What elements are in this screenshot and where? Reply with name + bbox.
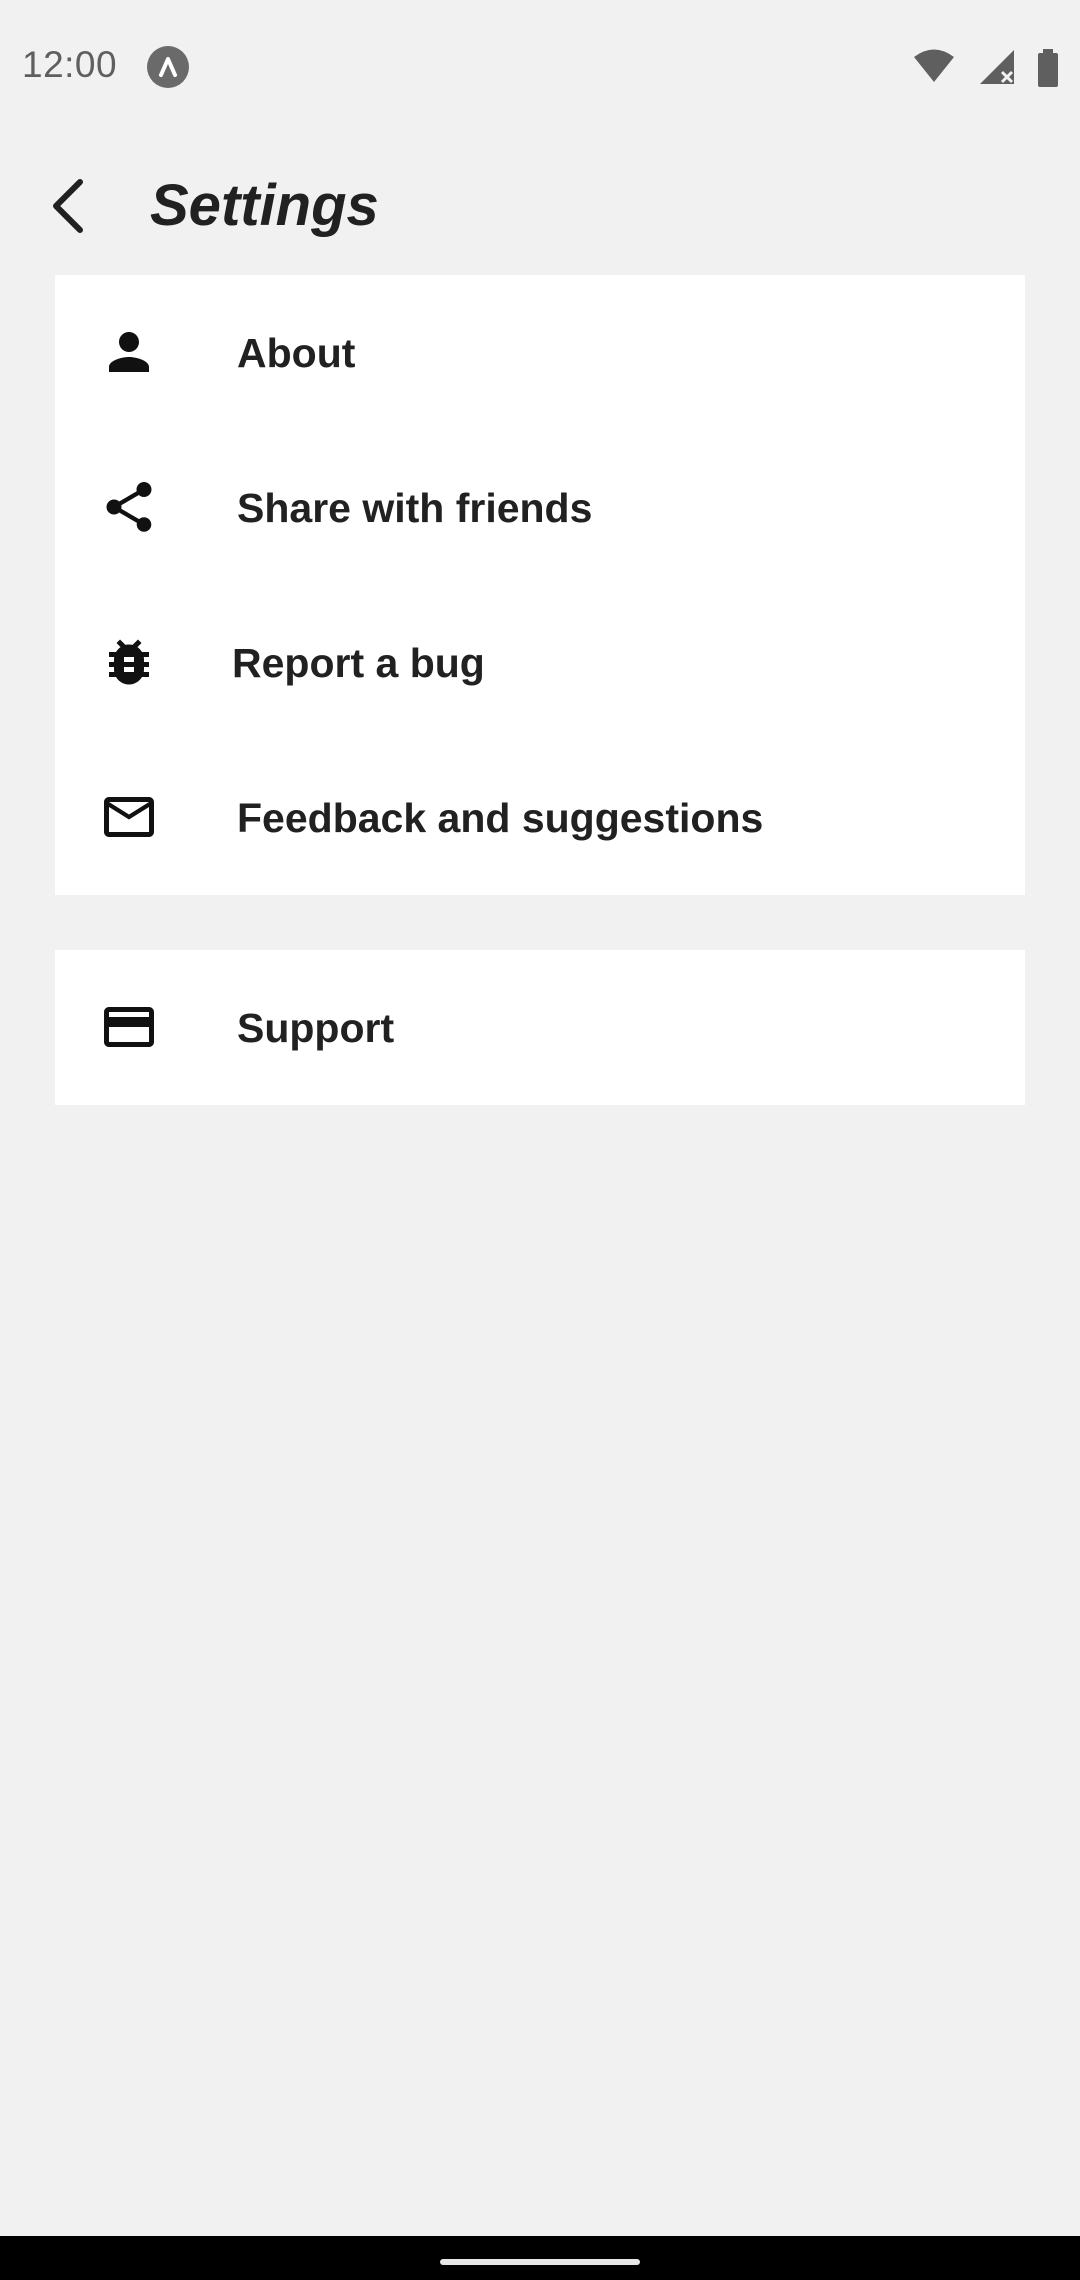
menu-item-feedback[interactable]: Feedback and suggestions: [55, 740, 1025, 895]
person-icon: [99, 322, 159, 382]
app-bar: Settings: [0, 134, 1080, 274]
back-arrow-icon: [53, 179, 83, 233]
mail-icon: [99, 787, 159, 847]
system-nav-bar: [0, 2236, 1080, 2280]
settings-card: About Share with friends Report a bug Fe…: [55, 275, 1025, 895]
home-gesture-handle[interactable]: [440, 2259, 640, 2265]
status-bar: 12:00: [0, 0, 1080, 134]
menu-item-label: About: [237, 330, 356, 376]
page-title: Settings: [150, 173, 379, 238]
signal-icon: [980, 50, 1014, 84]
notification-a-icon: [147, 46, 189, 88]
status-time: 12:00: [22, 44, 118, 85]
support-card: Support: [55, 950, 1025, 1105]
menu-item-label: Feedback and suggestions: [237, 795, 764, 841]
back-button[interactable]: [36, 170, 108, 242]
share-icon: [99, 477, 159, 537]
menu-item-report-bug[interactable]: Report a bug: [55, 585, 1025, 740]
menu-item-about[interactable]: About: [55, 275, 1025, 430]
credit-card-icon: [99, 997, 159, 1057]
bug-icon: [99, 632, 159, 692]
menu-item-share[interactable]: Share with friends: [55, 430, 1025, 585]
battery-icon: [1038, 49, 1058, 87]
wifi-icon: [914, 49, 954, 82]
menu-item-label: Report a bug: [232, 640, 485, 686]
menu-item-support[interactable]: Support: [55, 950, 1025, 1105]
menu-item-label: Share with friends: [237, 485, 593, 531]
menu-item-label: Support: [237, 1005, 395, 1051]
